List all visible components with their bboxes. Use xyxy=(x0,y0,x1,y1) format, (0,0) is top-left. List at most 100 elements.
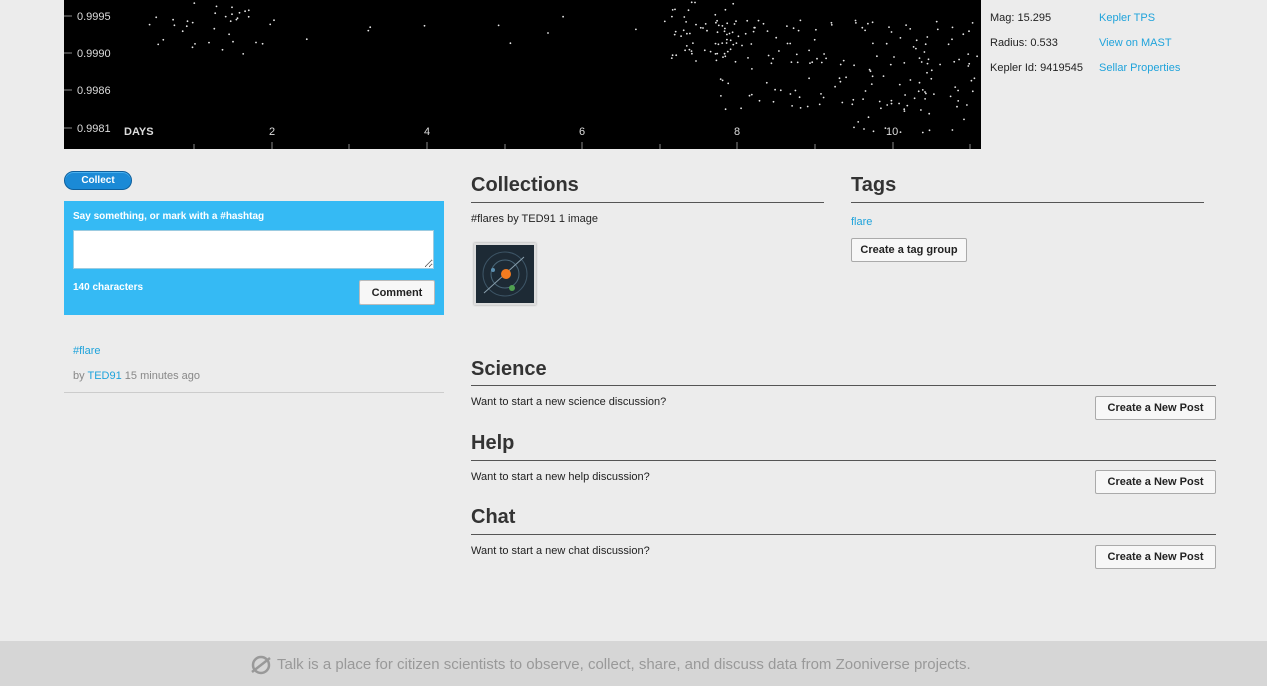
data-point xyxy=(842,59,845,62)
data-point xyxy=(231,6,233,9)
data-point xyxy=(734,60,737,63)
data-point xyxy=(890,102,893,105)
data-point xyxy=(976,55,978,58)
data-point xyxy=(724,108,727,111)
data-point xyxy=(789,42,792,45)
sellar-properties-link[interactable]: Sellar Properties xyxy=(1099,62,1180,74)
data-point xyxy=(953,60,956,63)
data-point xyxy=(215,5,218,8)
data-point xyxy=(820,61,823,64)
view-on-mast-link[interactable]: View on MAST xyxy=(1099,37,1172,49)
x-tick-label: 8 xyxy=(734,126,740,138)
data-point xyxy=(924,43,927,46)
chat-new-post-button[interactable]: Create a New Post xyxy=(1095,545,1216,569)
create-tag-group-button[interactable]: Create a tag group xyxy=(851,238,967,262)
data-point xyxy=(726,38,728,41)
data-point xyxy=(890,99,893,102)
character-count: 140 characters xyxy=(73,282,144,293)
data-point xyxy=(762,22,765,25)
data-point xyxy=(903,110,906,112)
data-point xyxy=(740,107,742,110)
data-point xyxy=(878,100,881,103)
data-point xyxy=(635,28,637,31)
data-point xyxy=(305,38,308,41)
data-point xyxy=(746,19,749,22)
tag-link-flare[interactable]: flare xyxy=(851,216,872,228)
data-point xyxy=(918,57,921,59)
kepler-tps-link[interactable]: Kepler TPS xyxy=(1099,12,1155,24)
kepler-id: Kepler Id: 9419545 xyxy=(990,62,1083,74)
data-point xyxy=(726,50,729,53)
data-point xyxy=(186,20,189,23)
light-curve-svg: 0.9995 0.9990 0.9986 0.9981 DAYS 2 4 6 8… xyxy=(64,1,978,149)
data-point xyxy=(722,56,724,58)
collect-button[interactable]: Collect xyxy=(64,171,132,190)
y-tick-marks xyxy=(64,15,72,129)
data-point xyxy=(822,96,825,99)
data-point xyxy=(857,121,860,123)
data-point xyxy=(933,93,935,95)
data-point xyxy=(939,63,941,66)
data-point xyxy=(864,90,867,92)
data-point xyxy=(509,42,512,45)
data-point xyxy=(968,62,971,65)
data-point xyxy=(706,29,708,32)
data-point xyxy=(691,52,693,55)
data-point xyxy=(699,26,702,29)
data-point xyxy=(898,83,901,86)
data-point xyxy=(229,20,232,23)
data-point xyxy=(889,63,892,66)
data-point xyxy=(815,28,817,31)
data-point xyxy=(920,109,922,111)
data-point xyxy=(232,40,234,43)
data-point xyxy=(963,118,965,121)
data-point xyxy=(798,96,801,99)
data-point xyxy=(684,49,686,52)
data-point xyxy=(816,57,818,60)
data-point xyxy=(191,21,194,24)
comment-user-link[interactable]: TED91 xyxy=(87,370,121,382)
science-new-post-button[interactable]: Create a New Post xyxy=(1095,396,1216,420)
data-point xyxy=(876,55,878,58)
data-point xyxy=(674,30,677,33)
data-point xyxy=(905,24,907,26)
data-point xyxy=(747,57,749,59)
data-point xyxy=(729,48,732,51)
light-curve-plot[interactable]: 0.9995 0.9990 0.9986 0.9981 DAYS 2 4 6 8… xyxy=(64,0,981,149)
data-point xyxy=(920,61,923,63)
divider xyxy=(64,392,444,393)
data-point xyxy=(687,9,690,12)
comment-hashtag-link[interactable]: #flare xyxy=(73,345,101,357)
data-point xyxy=(799,107,802,109)
data-point xyxy=(924,98,926,100)
data-point xyxy=(888,26,890,28)
help-new-post-button[interactable]: Create a New Post xyxy=(1095,470,1216,494)
data-point xyxy=(692,42,694,44)
data-point xyxy=(956,105,958,108)
data-point xyxy=(670,57,673,59)
data-point xyxy=(971,90,974,93)
data-point xyxy=(774,88,776,91)
data-point xyxy=(790,61,793,63)
data-point xyxy=(808,77,810,80)
data-point xyxy=(898,102,900,105)
data-point xyxy=(194,43,196,45)
data-point xyxy=(915,39,918,42)
data-point xyxy=(958,58,960,61)
data-point xyxy=(791,105,793,107)
data-point xyxy=(853,64,855,67)
data-point xyxy=(686,32,688,35)
data-point xyxy=(562,15,564,18)
collections-title: Collections xyxy=(471,174,579,196)
data-point xyxy=(918,81,921,84)
data-point xyxy=(915,47,917,50)
data-point xyxy=(841,101,844,104)
data-point xyxy=(671,15,673,18)
data-point xyxy=(966,104,968,106)
comment-input[interactable] xyxy=(73,230,434,269)
comment-button[interactable]: Comment xyxy=(359,280,435,305)
data-point xyxy=(825,57,827,60)
data-point xyxy=(720,95,722,97)
data-point xyxy=(735,42,738,44)
collection-thumbnail[interactable] xyxy=(474,243,536,305)
